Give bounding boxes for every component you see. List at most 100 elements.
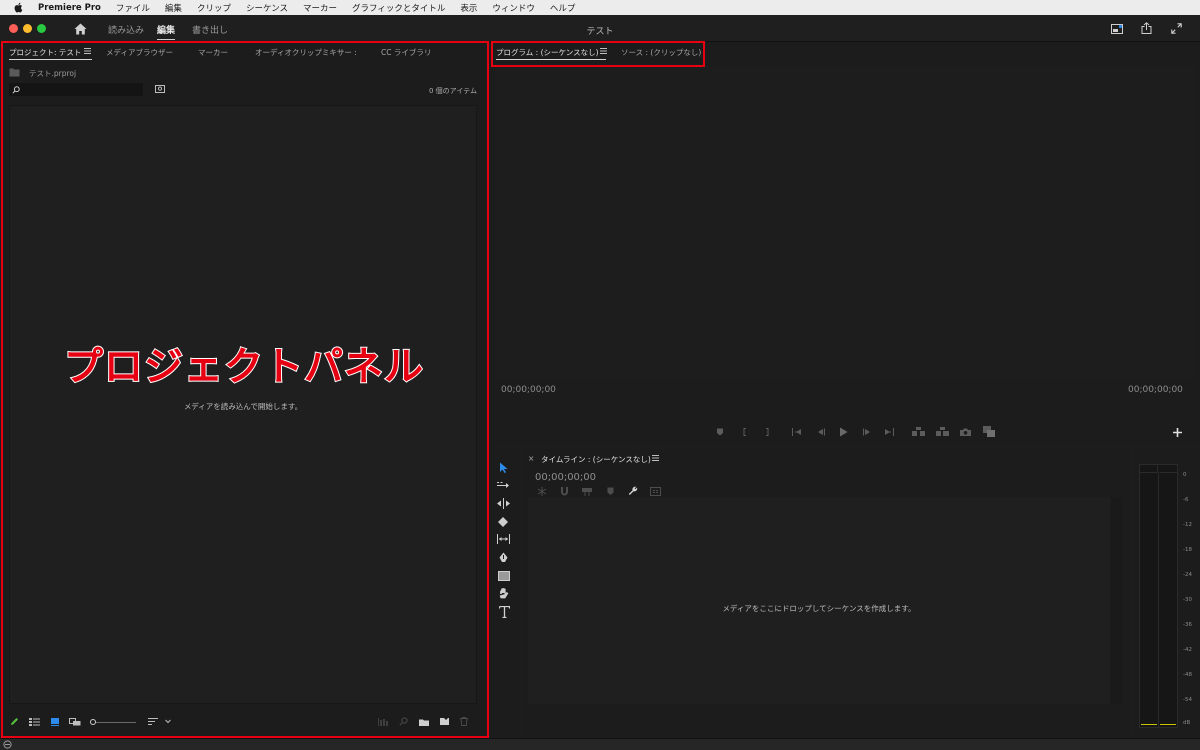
fullscreen-icon[interactable]	[1171, 23, 1182, 34]
go-to-in-icon[interactable]	[792, 428, 802, 436]
comparison-view-icon[interactable]	[983, 426, 995, 437]
chevron-down-icon[interactable]	[165, 719, 171, 724]
apple-icon[interactable]	[12, 2, 26, 13]
mark-in-icon[interactable]	[742, 428, 748, 436]
add-button-icon[interactable]	[1173, 428, 1182, 437]
tab-project[interactable]: プロジェクト: テスト	[9, 47, 81, 58]
tab-markers[interactable]: マーカー	[198, 47, 228, 58]
menu-sequence[interactable]: シーケンス	[246, 2, 288, 14]
annotation-project-panel: プロジェクトパネル	[63, 344, 425, 391]
step-back-icon[interactable]	[816, 428, 825, 436]
menu-file[interactable]: ファイル	[116, 2, 150, 14]
document-title: テスト	[586, 27, 614, 37]
level-left	[1141, 724, 1157, 725]
tab-cc-libraries[interactable]: CC ライブラリ	[381, 47, 431, 58]
track-select-tool-icon[interactable]	[497, 480, 510, 490]
workspaces-icon[interactable]	[1111, 24, 1123, 34]
step-forward-icon[interactable]	[863, 428, 872, 436]
program-timecode-in[interactable]: 00;00;00;00	[501, 385, 556, 395]
add-marker-icon[interactable]	[607, 487, 614, 496]
program-video-area[interactable]	[496, 66, 1196, 378]
panel-menu-icon[interactable]	[652, 455, 659, 461]
active-workspace-underline	[157, 39, 175, 40]
menu-window[interactable]: ウィンドウ	[492, 2, 535, 14]
tab-timeline[interactable]: タイムライン : (シーケンスなし)	[541, 454, 651, 465]
extract-icon[interactable]	[936, 427, 949, 436]
timeline-close-button[interactable]: ×	[528, 454, 534, 463]
panel-menu-icon[interactable]	[600, 48, 607, 54]
timeline-empty-hint: メディアをここにドロップしてシーケンスを作成します。	[722, 604, 916, 613]
menu-clip[interactable]: クリップ	[197, 2, 231, 14]
search-icon	[12, 86, 20, 94]
meter-scale-48: -48	[1183, 672, 1192, 678]
new-bin-icon[interactable]	[419, 718, 429, 726]
menu-marker[interactable]: マーカー	[303, 2, 337, 14]
tab-source-monitor[interactable]: ソース : (クリップなし)	[621, 47, 701, 58]
play-icon[interactable]	[839, 427, 848, 437]
timeline-vertical-scrollbar[interactable]	[1111, 497, 1123, 704]
meter-scale-18: -18	[1183, 547, 1192, 553]
automate-to-sequence-icon[interactable]	[378, 718, 389, 726]
project-search-input[interactable]	[9, 83, 143, 96]
menu-graphics-titles[interactable]: グラフィックとタイトル	[352, 2, 445, 14]
new-item-icon[interactable]	[440, 717, 449, 726]
share-icon[interactable]	[1141, 22, 1152, 34]
add-marker-icon[interactable]	[716, 428, 724, 436]
snap-magnet-icon[interactable]	[560, 487, 569, 496]
project-file-icon	[9, 68, 20, 77]
razor-tool-icon[interactable]	[497, 516, 509, 528]
sort-icon[interactable]	[148, 718, 158, 726]
project-file-name: テスト.prproj	[29, 69, 77, 78]
meter-scale-24: -24	[1183, 572, 1192, 578]
zoom-slider[interactable]	[90, 719, 136, 725]
panel-menu-icon[interactable]	[84, 48, 91, 54]
list-view-icon[interactable]	[29, 718, 40, 726]
timeline-track-area[interactable]	[528, 497, 1110, 704]
pen-tool-icon[interactable]	[498, 552, 509, 564]
project-tab-underline	[9, 59, 92, 60]
type-tool-icon[interactable]	[499, 606, 510, 618]
new-search-bin-icon[interactable]	[155, 85, 165, 93]
timeline-timecode[interactable]: 00;00;00;00	[535, 472, 596, 483]
menu-view[interactable]: 表示	[460, 2, 477, 14]
program-tab-underline	[496, 59, 606, 60]
menu-app-name[interactable]: Premiere Pro	[38, 3, 101, 13]
peak-indicator-left[interactable]	[1140, 465, 1158, 473]
mark-out-icon[interactable]	[764, 428, 770, 436]
item-count: 0 個のアイテム	[429, 87, 477, 95]
menubar: Premiere Pro ファイル 編集 クリップ シーケンス マーカー グラフ…	[0, 0, 1200, 15]
peak-indicator-right[interactable]	[1159, 465, 1177, 473]
ripple-edit-tool-icon[interactable]	[497, 498, 510, 509]
export-frame-camera-icon[interactable]	[960, 428, 971, 436]
tab-media-browser[interactable]: メディアブラウザー	[106, 47, 173, 58]
write-protect-pencil-icon[interactable]	[10, 717, 19, 726]
level-right	[1160, 724, 1176, 725]
go-to-out-icon[interactable]	[884, 428, 894, 436]
menu-help[interactable]: ヘルプ	[550, 2, 576, 14]
tab-audio-clip-mixer[interactable]: オーディオクリップミキサー :	[255, 47, 357, 58]
meter-scale-54: -54	[1183, 697, 1192, 703]
status-bar	[0, 738, 1200, 750]
rectangle-tool-icon[interactable]	[498, 571, 510, 581]
zoom-slider-handle[interactable]	[90, 719, 96, 725]
find-icon[interactable]	[399, 717, 408, 726]
menu-edit[interactable]: 編集	[165, 2, 182, 14]
selection-tool-icon[interactable]	[497, 461, 510, 474]
freeform-view-icon[interactable]	[69, 718, 81, 726]
slip-tool-icon[interactable]	[497, 534, 510, 544]
meter-scale-42: -42	[1183, 647, 1192, 653]
nest-icon[interactable]	[537, 487, 547, 496]
meter-scale-0: 0	[1183, 472, 1187, 478]
lift-icon[interactable]	[912, 427, 925, 436]
meter-scale-12: -12	[1183, 522, 1192, 528]
linked-selection-icon[interactable]	[582, 487, 592, 496]
timeline-settings-wrench-icon[interactable]	[628, 486, 638, 496]
hand-tool-icon[interactable]	[498, 588, 510, 600]
captions-icon[interactable]	[650, 487, 661, 496]
tab-program-monitor[interactable]: プログラム : (シーケンスなし)	[496, 47, 599, 58]
trash-icon[interactable]	[460, 717, 468, 726]
audio-meter-bars	[1139, 464, 1178, 728]
icon-view-icon[interactable]	[51, 718, 59, 726]
title-bar: 読み込み 編集 書き出し テスト	[0, 15, 1200, 42]
sync-status-icon[interactable]	[3, 740, 12, 749]
